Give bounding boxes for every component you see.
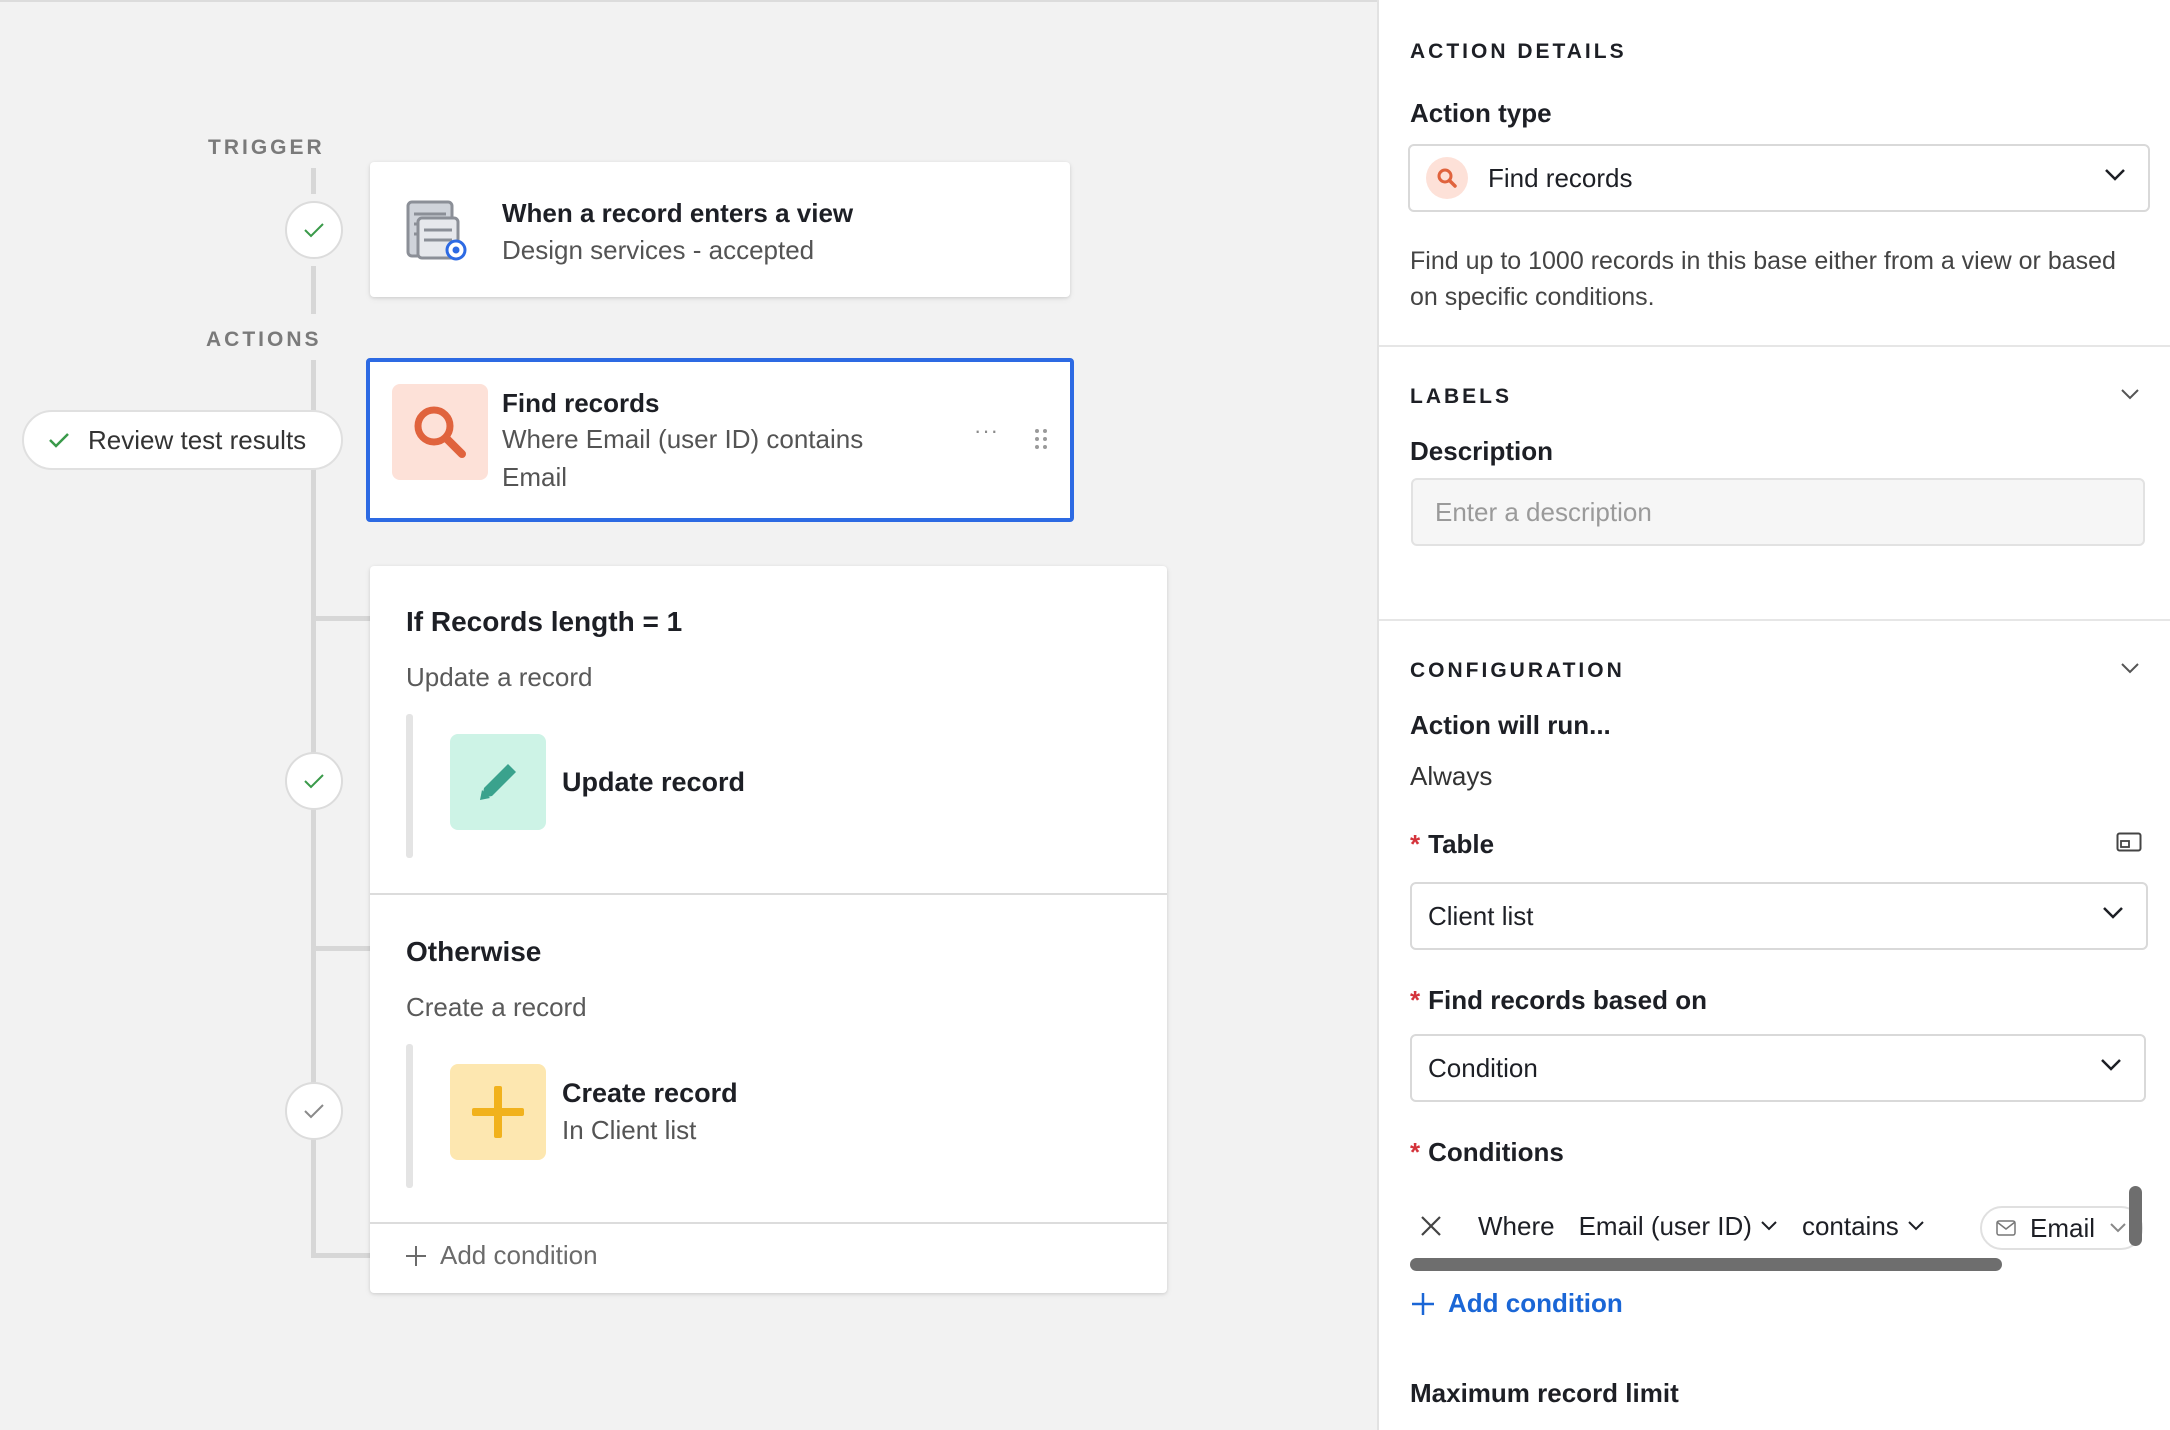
configuration-section-header[interactable]: CONFIGURATION bbox=[1410, 659, 1625, 683]
condition-operator-value: contains bbox=[1801, 1210, 1899, 1241]
search-icon bbox=[414, 406, 466, 458]
action-will-run-value: Always bbox=[1410, 761, 1493, 791]
chevron-down-icon bbox=[1761, 1221, 1777, 1231]
trigger-status-check-icon bbox=[285, 201, 343, 259]
trigger-card[interactable]: When a record enters a view Design servi… bbox=[370, 162, 1070, 297]
connector-branch bbox=[311, 946, 371, 951]
expand-table-icon[interactable] bbox=[2116, 832, 2142, 852]
conditions-label-text: Conditions bbox=[1428, 1137, 1564, 1167]
horizontal-scrollbar[interactable] bbox=[1410, 1258, 2002, 1271]
automation-canvas: TRIGGER ACTIONS Review test results When… bbox=[0, 0, 1377, 1430]
action-type-label: Action type bbox=[1410, 98, 1552, 128]
find-records-card-subtitle: Where Email (user ID) contains Email bbox=[502, 424, 864, 492]
if-branch-status-check-icon bbox=[285, 752, 343, 810]
plus-icon bbox=[472, 1086, 524, 1138]
vertical-scrollbar[interactable] bbox=[2129, 1186, 2142, 1246]
condition-field-select[interactable]: Email (user ID) bbox=[1579, 1211, 1778, 1242]
table-label: * Table bbox=[1410, 829, 1494, 860]
review-test-results-button[interactable]: Review test results bbox=[22, 410, 343, 470]
section-divider bbox=[1379, 619, 2170, 621]
branch-indent-bar bbox=[406, 714, 413, 858]
condition-value-text: Email bbox=[2030, 1212, 2096, 1243]
create-record-subtitle: In Client list bbox=[562, 1115, 697, 1145]
trigger-section-label: TRIGGER bbox=[208, 136, 325, 159]
chevron-down-icon bbox=[2105, 169, 2125, 181]
update-record-title[interactable]: Update record bbox=[562, 767, 745, 798]
labels-section-header[interactable]: LABELS bbox=[1410, 385, 1512, 409]
find-records-card-title: Find records bbox=[502, 388, 660, 418]
conditional-group-card: If Records length = 1 Update a record Up… bbox=[370, 566, 1167, 1293]
trigger-card-subtitle: Design services - accepted bbox=[502, 235, 815, 265]
condition-operator-select[interactable]: contains bbox=[1802, 1211, 1925, 1242]
action-type-description: Find up to 1000 records in this base eit… bbox=[1410, 247, 2116, 311]
maximum-record-limit-label: Maximum record limit bbox=[1410, 1378, 1679, 1408]
check-icon bbox=[49, 433, 69, 448]
trigger-card-title: When a record enters a view bbox=[502, 198, 854, 228]
condition-field-value: Email (user ID) bbox=[1578, 1210, 1752, 1241]
add-branch-condition-button[interactable]: Add condition bbox=[404, 1240, 598, 1271]
description-label: Description bbox=[1410, 436, 1554, 466]
find-based-on-select[interactable]: Condition bbox=[1410, 1034, 2146, 1102]
add-branch-condition-label: Add condition bbox=[440, 1240, 598, 1270]
action-type-value: Find records bbox=[1488, 162, 1633, 193]
connector-line bbox=[311, 266, 316, 314]
chevron-down-icon[interactable] bbox=[2120, 662, 2140, 674]
condition-where-label: Where bbox=[1478, 1210, 1555, 1241]
required-asterisk: * bbox=[1410, 829, 1421, 859]
chevron-down-icon[interactable] bbox=[2120, 388, 2140, 400]
if-branch-subtitle: Update a record bbox=[406, 662, 593, 692]
table-view-icon bbox=[404, 198, 470, 269]
table-select[interactable]: Client list bbox=[1410, 882, 2148, 950]
condition-value-chip[interactable]: Email bbox=[1980, 1206, 2144, 1250]
create-record-tile[interactable] bbox=[450, 1064, 546, 1160]
connector-branch bbox=[311, 1253, 371, 1258]
find-based-on-label: * Find records based on bbox=[1410, 985, 1707, 1016]
create-record-title[interactable]: Create record bbox=[562, 1078, 738, 1109]
pencil-icon bbox=[480, 764, 516, 800]
search-icon bbox=[1426, 157, 1468, 199]
close-icon[interactable] bbox=[1418, 1213, 1444, 1239]
table-label-text: Table bbox=[1428, 829, 1495, 859]
chevron-down-icon bbox=[2101, 1059, 2121, 1071]
otherwise-branch-title[interactable]: Otherwise bbox=[406, 936, 541, 968]
email-icon bbox=[1996, 1220, 2016, 1236]
find-based-on-value: Condition bbox=[1428, 1052, 1538, 1083]
branch-divider bbox=[370, 893, 1167, 895]
conditions-label: * Conditions bbox=[1410, 1137, 1564, 1168]
chevron-down-icon bbox=[2110, 1223, 2126, 1233]
chevron-down-icon bbox=[1908, 1221, 1924, 1231]
find-based-on-label-text: Find records based on bbox=[1428, 985, 1707, 1015]
chevron-down-icon bbox=[2103, 907, 2123, 919]
find-records-card[interactable]: Find records Where Email (user ID) conta… bbox=[366, 358, 1074, 522]
required-asterisk: * bbox=[1410, 985, 1421, 1015]
table-value: Client list bbox=[1428, 900, 1534, 931]
add-condition-label: Add condition bbox=[1448, 1288, 1623, 1318]
more-options-icon[interactable]: ··· bbox=[974, 418, 999, 444]
action-details-header: ACTION DETAILS bbox=[1410, 40, 1627, 63]
plus-icon bbox=[406, 1245, 426, 1266]
description-input[interactable] bbox=[1411, 478, 2145, 546]
plus-icon bbox=[1412, 1292, 1434, 1315]
required-asterisk: * bbox=[1410, 1137, 1421, 1167]
find-records-tile bbox=[392, 384, 488, 480]
drag-handle-icon[interactable] bbox=[1034, 428, 1048, 455]
connector-line bbox=[311, 168, 316, 194]
section-divider bbox=[1379, 345, 2170, 347]
update-record-tile[interactable] bbox=[450, 734, 546, 830]
otherwise-branch-subtitle: Create a record bbox=[406, 992, 587, 1022]
review-test-results-label: Review test results bbox=[88, 424, 307, 455]
action-type-select[interactable]: Find records bbox=[1408, 144, 2150, 212]
action-will-run-label: Action will run... bbox=[1410, 710, 1611, 740]
otherwise-branch-status-check-icon bbox=[285, 1082, 343, 1140]
actions-section-label: ACTIONS bbox=[206, 328, 322, 351]
connector-branch bbox=[311, 616, 371, 621]
branch-indent-bar bbox=[406, 1044, 413, 1188]
if-branch-title[interactable]: If Records length = 1 bbox=[406, 606, 682, 638]
branch-divider bbox=[370, 1222, 1167, 1224]
add-condition-button[interactable]: Add condition bbox=[1410, 1288, 1623, 1319]
